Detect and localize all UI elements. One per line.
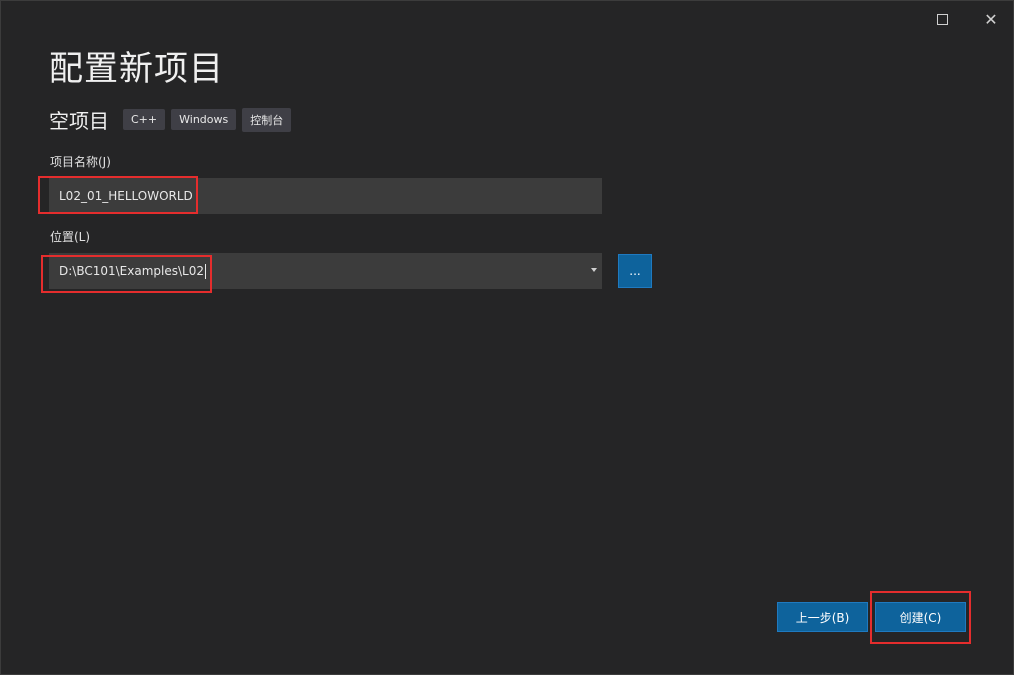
project-name-value: L02_01_HELLOWORLD [59, 189, 193, 203]
project-name-label: 项目名称(J) [50, 155, 111, 169]
configure-project-dialog: ✕ 配置新项目 空项目 C++ Windows 控制台 项目名称(J) L02_… [0, 0, 1014, 675]
template-info-row: 空项目 C++ Windows 控制台 [49, 105, 297, 134]
maximize-icon [936, 13, 948, 25]
template-name: 空项目 [49, 109, 109, 133]
location-value: D:\BC101\Examples\L02 [59, 264, 204, 278]
tag-language: C++ [123, 109, 166, 130]
location-combobox[interactable]: D:\BC101\Examples\L02 [49, 253, 602, 289]
tag-platform: Windows [171, 109, 237, 130]
browse-button[interactable]: ... [618, 254, 652, 288]
maximize-button[interactable] [930, 7, 954, 31]
project-name-input[interactable]: L02_01_HELLOWORLD [49, 178, 602, 214]
back-button[interactable]: 上一步(B) [777, 602, 868, 632]
page-title: 配置新项目 [49, 49, 224, 89]
close-button[interactable]: ✕ [979, 7, 1003, 31]
tag-project-type: 控制台 [242, 107, 292, 132]
text-cursor [204, 263, 206, 279]
close-icon: ✕ [984, 9, 998, 29]
create-button[interactable]: 创建(C) [875, 602, 966, 632]
chevron-down-icon[interactable] [591, 268, 597, 272]
location-label: 位置(L) [50, 230, 91, 244]
